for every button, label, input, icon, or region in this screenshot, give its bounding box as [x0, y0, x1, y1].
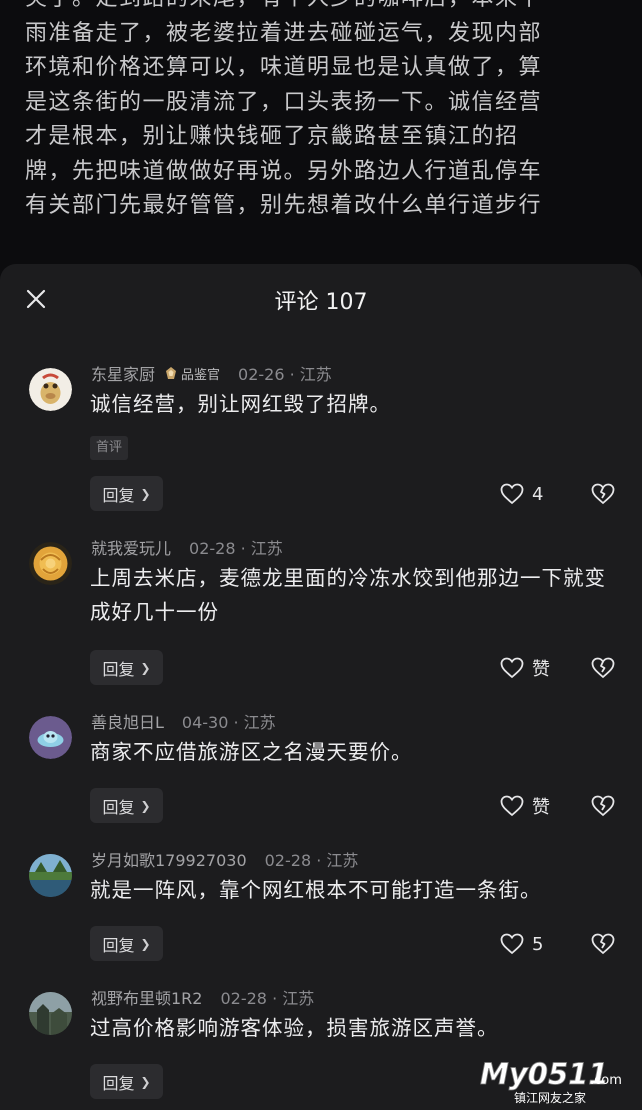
watermark-suffix: .com — [590, 1073, 622, 1088]
reply-button[interactable]: 回复 ❯ — [90, 926, 163, 961]
like-count: 赞 — [532, 797, 550, 818]
chevron-right-icon: ❯ — [140, 936, 151, 951]
dislike-button[interactable] — [590, 926, 616, 962]
heart-icon — [500, 795, 524, 817]
reply-button[interactable]: 回复 ❯ — [90, 788, 163, 823]
commenter-name[interactable]: 就我爱玩儿 — [91, 535, 171, 559]
comment-text: 过高价格影响游客体验，损害旅游区声誉。 — [90, 1016, 499, 1040]
article-background: 突了。走到路的末尾，有个人少的咖啡店，本来下 雨准备走了，被老婆拉着进去碰碰运气… — [0, 0, 642, 280]
article-line: 是这条街的一股清流了，口头表扬一下。诚信经营 — [25, 89, 543, 115]
like-button[interactable]: 赞 — [500, 650, 550, 686]
like-count: 5 — [532, 933, 544, 955]
comment-meta: 东星家厨 品鉴官 02-26 · 江苏 — [91, 361, 332, 385]
broken-heart-icon — [591, 933, 615, 955]
heart-icon — [500, 483, 524, 505]
reply-label: 回复 — [102, 797, 135, 817]
comment-meta: 视野布里顿1R2 02-28 · 江苏 — [91, 985, 314, 1009]
sheet-header: 评论 107 — [0, 264, 642, 336]
watermark-tagline: 镇江网友之家 — [514, 1090, 586, 1105]
chevron-right-icon: ❯ — [140, 486, 151, 501]
dislike-button[interactable] — [590, 476, 616, 512]
article-line: 才是根本，别让赚快钱砸了京畿路甚至镇江的招 — [25, 124, 519, 149]
article-line: 有关部门先最好管管，别先想着改什么单行道步行 — [25, 193, 543, 218]
broken-heart-icon — [591, 795, 615, 817]
rank-badge: 品鉴官 — [165, 364, 220, 383]
medal-icon — [166, 367, 177, 379]
article-line: 环境和价格还算可以，味道明显也是认真做了，算 — [25, 55, 543, 80]
site-watermark: My0511 .com 镇江网友之家 — [478, 1050, 638, 1106]
comment-meta: 岁月如歌179927030 02-28 · 江苏 — [91, 847, 358, 871]
article-line: 突了。走到路的末尾，有个人少的咖啡店，本来下 — [25, 0, 600, 17]
chevron-right-icon: ❯ — [140, 1074, 151, 1089]
heart-icon — [500, 933, 524, 955]
comment-text: 上周去米店，麦德龙里面的冷冻水饺到他那边一下就变成好几十一份 — [90, 566, 606, 624]
broken-heart-icon — [591, 657, 615, 679]
avatar[interactable] — [29, 542, 72, 585]
comment-date-location: 02-28 · 江苏 — [264, 851, 359, 870]
article-line: 雨准备走了，被老婆拉着进去碰碰运气，发现内部 — [25, 20, 543, 46]
reply-label: 回复 — [102, 1073, 135, 1093]
broken-heart-icon — [591, 483, 615, 505]
like-button[interactable]: 5 — [500, 926, 543, 962]
sheet-title: 评论 107 — [274, 290, 368, 315]
article-line: 牌，先把味道做做好再说。另外路边人行道乱停车 — [25, 158, 543, 184]
commenter-name[interactable]: 东星家厨 — [91, 361, 155, 385]
comment-text: 诚信经营，别让网红毁了招牌。 — [90, 392, 391, 416]
reply-button[interactable]: 回复 ❯ — [90, 1064, 163, 1099]
commenter-name[interactable]: 岁月如歌179927030 — [91, 847, 247, 871]
like-count: 赞 — [532, 659, 550, 680]
chevron-right-icon: ❯ — [140, 798, 151, 813]
avatar[interactable] — [29, 992, 72, 1035]
avatar[interactable] — [29, 368, 72, 411]
reply-label: 回复 — [102, 659, 135, 679]
like-button[interactable]: 4 — [500, 476, 543, 512]
reply-button[interactable]: 回复 ❯ — [90, 476, 163, 511]
reply-label: 回复 — [102, 935, 135, 955]
badge-label: 品鉴官 — [181, 367, 221, 383]
comment-meta: 就我爱玩儿 02-28 · 江苏 — [91, 535, 283, 559]
comment-meta: 善良旭日L 04-30 · 江苏 — [91, 709, 276, 733]
comment-date-location: 02-28 · 江苏 — [189, 539, 283, 558]
comment-date-location: 04-30 · 江苏 — [181, 713, 276, 732]
commenter-name[interactable]: 视野布里顿1R2 — [91, 985, 202, 1009]
avatar[interactable] — [29, 854, 72, 897]
heart-icon — [500, 657, 524, 679]
avatar[interactable] — [29, 716, 72, 759]
dislike-button[interactable] — [590, 650, 616, 686]
comment-text: 商家不应借旅游区之名漫天要价。 — [90, 740, 413, 764]
like-button[interactable]: 赞 — [500, 788, 550, 824]
comment-sheet: 评论 107 东星家厨 品鉴官 02-26 · 江苏 诚信经营，别让网红毁了招牌… — [0, 264, 642, 1110]
article-text: 突了。走到路的末尾，有个人少的咖啡店，本来下 雨准备走了，被老婆拉着进去碰碰运气… — [25, 0, 600, 224]
first-comment-tag: 首评 — [90, 436, 129, 460]
chevron-right-icon: ❯ — [140, 660, 151, 675]
comment-date-location: 02-26 · 江苏 — [238, 365, 332, 384]
comment-date-location: 02-28 · 江苏 — [220, 989, 315, 1008]
reply-button[interactable]: 回复 ❯ — [90, 650, 163, 685]
like-count: 4 — [532, 483, 544, 505]
reply-label: 回复 — [102, 485, 135, 505]
commenter-name[interactable]: 善良旭日L — [91, 709, 164, 733]
comment-text: 就是一阵风，靠个网红根本不可能打造一条街。 — [90, 878, 542, 902]
dislike-button[interactable] — [590, 788, 616, 824]
